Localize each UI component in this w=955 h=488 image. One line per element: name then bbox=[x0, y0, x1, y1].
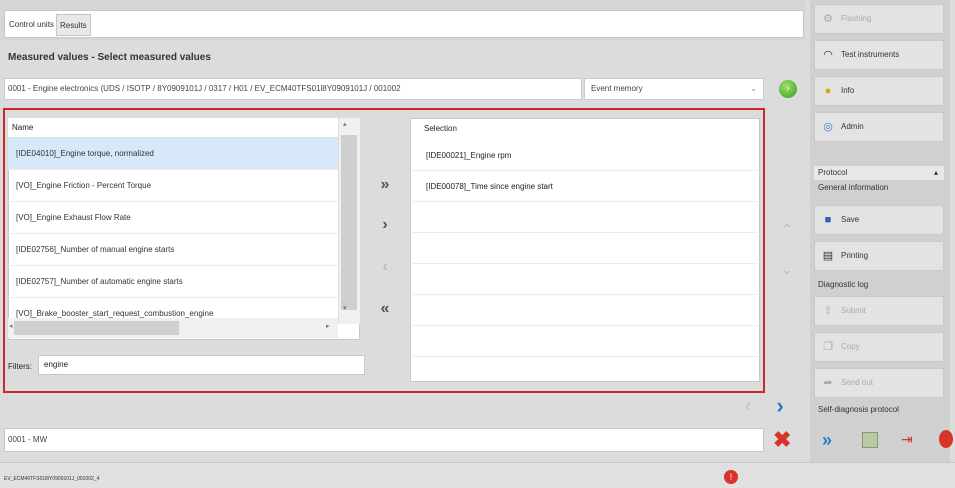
error-icon[interactable]: ! bbox=[724, 470, 738, 484]
name-column-header[interactable]: Name bbox=[8, 118, 360, 138]
back-arrow-icon[interactable]: ‹ bbox=[738, 394, 758, 418]
diagnostic-log-label: Diagnostic log bbox=[818, 280, 869, 289]
tab-control-units[interactable]: Control units bbox=[6, 14, 57, 36]
collapse-icon: ▴ bbox=[933, 168, 938, 177]
info-button[interactable]: ● Info bbox=[814, 76, 944, 106]
scroll-left-icon[interactable]: ◂ bbox=[9, 322, 13, 330]
tab-strip bbox=[4, 10, 804, 38]
info-icon: ● bbox=[824, 85, 832, 97]
save-label: Save bbox=[841, 215, 860, 224]
exit-icon[interactable]: ⇥ bbox=[901, 430, 913, 448]
copy-button[interactable]: ❐ Copy bbox=[814, 332, 944, 362]
add-button[interactable]: › bbox=[372, 212, 398, 238]
move-down-icon[interactable]: ⌄ bbox=[774, 256, 800, 282]
filter-label: Filters: bbox=[8, 362, 32, 371]
admin-label: Admin bbox=[841, 122, 864, 131]
status-bar bbox=[0, 462, 955, 488]
remove-button[interactable]: ‹ bbox=[372, 254, 398, 280]
printing-button[interactable]: ▤ Printing bbox=[814, 241, 944, 271]
flashing-label: Flashing bbox=[841, 14, 872, 23]
scroll-down-icon[interactable]: ▾ bbox=[343, 304, 347, 312]
selection-item-empty bbox=[412, 202, 758, 233]
list-item[interactable]: [IDE04010]_Engine torque, normalized bbox=[8, 138, 338, 170]
info-label: Info bbox=[841, 86, 855, 95]
submit-icon: ⇪ bbox=[823, 305, 833, 317]
submit-button[interactable]: ⇪ Submit bbox=[814, 296, 944, 326]
close-icon[interactable] bbox=[939, 430, 953, 448]
move-up-icon[interactable]: ⌃ bbox=[774, 216, 800, 242]
next-arrow-icon[interactable]: › bbox=[770, 394, 790, 418]
printer-icon: ▤ bbox=[822, 250, 834, 262]
name-list: [IDE04010]_Engine torque, normalized [VO… bbox=[8, 138, 338, 330]
tab-results[interactable]: Results bbox=[56, 14, 91, 36]
scroll-up-icon[interactable]: ▴ bbox=[343, 120, 347, 128]
copy-icon: ❐ bbox=[823, 341, 833, 353]
selection-item-empty bbox=[412, 326, 758, 357]
add-all-button[interactable]: » bbox=[372, 172, 398, 198]
flashing-icon: ⚙ bbox=[823, 13, 833, 25]
selection-item[interactable]: [IDE00078]_Time since engine start bbox=[412, 171, 758, 202]
forward-icon[interactable]: » bbox=[822, 430, 832, 450]
instrument-icon: ◠ bbox=[823, 49, 833, 61]
flashing-button[interactable]: ⚙ Flashing bbox=[814, 4, 944, 34]
selection-column-header: Selection bbox=[424, 124, 457, 133]
selection-item-empty bbox=[412, 233, 758, 264]
page-title: Measured values - Select measured values bbox=[8, 52, 211, 63]
list-item[interactable]: [VO]_Engine Exhaust Flow Rate bbox=[8, 202, 338, 234]
remove-all-button[interactable]: « bbox=[372, 296, 398, 322]
general-information-label: General information bbox=[818, 183, 889, 192]
list-item[interactable]: [IDE02756]_Number of manual engine start… bbox=[8, 234, 338, 266]
protocol-header[interactable]: Protocol ▴ bbox=[814, 166, 944, 180]
protocol-label: Protocol bbox=[818, 168, 848, 177]
horizontal-scroll-thumb[interactable] bbox=[14, 321, 179, 335]
send-icon: ➦ bbox=[823, 377, 833, 389]
self-diagnosis-protocol-label: Self-diagnosis protocol bbox=[818, 405, 899, 414]
list-item[interactable]: [VO]_Engine Friction - Percent Torque bbox=[8, 170, 338, 202]
submit-label: Submit bbox=[841, 306, 866, 315]
go-icon[interactable]: › bbox=[779, 80, 797, 98]
control-unit-path: 0001 - Engine electronics (UDS / ISOTP /… bbox=[4, 78, 582, 100]
status-text: EV_ECM40TFS01l8Y0909101J_001002_4 bbox=[4, 476, 100, 482]
vertical-scroll-thumb[interactable] bbox=[341, 135, 357, 310]
test-instruments-label: Test instruments bbox=[841, 50, 900, 59]
measured-values-field: 0001 - MW bbox=[4, 428, 764, 452]
cancel-icon[interactable]: ✖ bbox=[773, 428, 791, 452]
event-memory-select[interactable]: Event memory ⌄ bbox=[584, 78, 764, 100]
grid-icon[interactable] bbox=[862, 432, 878, 448]
scroll-right-icon[interactable]: ▸ bbox=[326, 322, 330, 330]
save-icon: ■ bbox=[824, 214, 832, 226]
test-instruments-button[interactable]: ◠ Test instruments bbox=[814, 40, 944, 70]
save-button[interactable]: ■ Save bbox=[814, 205, 944, 235]
admin-icon: ◎ bbox=[823, 121, 833, 133]
list-item[interactable]: [IDE02757]_Number of automatic engine st… bbox=[8, 266, 338, 298]
admin-button[interactable]: ◎ Admin bbox=[814, 112, 944, 142]
selection-item-empty bbox=[412, 295, 758, 326]
printing-label: Printing bbox=[841, 251, 869, 260]
send-out-button[interactable]: ➦ Send out bbox=[814, 368, 944, 398]
selection-item[interactable]: [IDE00021]_Engine rpm bbox=[412, 140, 758, 171]
chevron-down-icon: ⌄ bbox=[750, 84, 757, 93]
filter-input[interactable]: engine bbox=[38, 355, 365, 375]
event-memory-select-label: Event memory bbox=[591, 84, 643, 93]
send-out-label: Send out bbox=[841, 378, 874, 387]
selection-item-empty bbox=[412, 264, 758, 295]
copy-label: Copy bbox=[841, 342, 860, 351]
